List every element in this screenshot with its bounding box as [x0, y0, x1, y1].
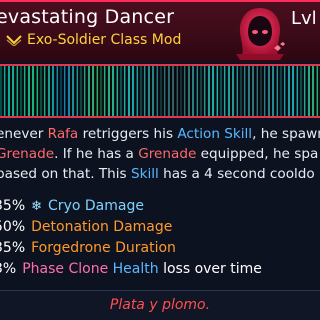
- description-line-2: Grenade. If he has a Grenade equipped, h…: [0, 144, 320, 164]
- stat-label-health: Health: [112, 261, 159, 277]
- keyword-grenade: Grenade: [0, 146, 55, 162]
- keyword-rafa: Rafa: [47, 126, 79, 142]
- item-type: Exo-Soldier Class Mod: [27, 32, 182, 48]
- stat-label: Cryo Damage: [48, 198, 144, 214]
- desc-text: . If he has a: [54, 146, 139, 162]
- flavor-footer: Plata y plomo.: [0, 290, 320, 320]
- keyword-grenade: Grenade: [138, 146, 197, 162]
- keyword-action-skill: Action Skill: [177, 126, 253, 142]
- chevron-rank-icon: [6, 35, 22, 46]
- hooded-figure-emblem-icon: [236, 8, 285, 60]
- item-name: evastating Dancer: [0, 6, 175, 28]
- snowflake-icon: ❄: [31, 199, 43, 214]
- stat-label: Detonation Damage: [31, 219, 173, 235]
- stat-label-suffix: loss over time: [163, 261, 262, 277]
- stat-row-phase-clone-health: 3% Phase Clone Health loss over time: [0, 259, 320, 280]
- description-line-3: based on that. This Skill has a 4 second…: [0, 164, 320, 184]
- stat-label: Phase Clone: [22, 261, 109, 277]
- stat-value: 35%: [0, 240, 26, 256]
- item-description: enever Rafa retriggers his Action Skill,…: [0, 124, 320, 184]
- flavor-text: Plata y plomo.: [109, 297, 211, 313]
- desc-text: based on that. This: [0, 166, 131, 182]
- item-card: evastating Dancer Exo-Soldier Class Mod: [0, 0, 320, 320]
- item-type-row: Exo-Soldier Class Mod: [6, 32, 181, 48]
- keyword-skill: Skill: [130, 166, 159, 182]
- desc-text: has a 4 second cooldo: [158, 166, 315, 182]
- decorative-stripe-band: [0, 64, 320, 118]
- stat-value: 35%: [0, 198, 26, 214]
- item-header: evastating Dancer Exo-Soldier Class Mod: [0, 0, 320, 62]
- stat-label: Forgedrone Duration: [31, 240, 176, 256]
- stat-value: 50%: [0, 219, 26, 235]
- desc-text: , he spawn: [252, 126, 320, 142]
- stat-list: 35% ❄ Cryo Damage 50% Detonation Damage …: [0, 196, 320, 280]
- desc-text: retriggers his: [78, 126, 178, 142]
- stat-row-detonation-damage: 50% Detonation Damage: [0, 217, 320, 238]
- level-label: Lvl: [291, 8, 317, 29]
- stat-row-forgedrone-duration: 35% Forgedrone Duration: [0, 238, 320, 259]
- description-line-1: enever Rafa retriggers his Action Skill,…: [0, 124, 320, 144]
- stat-value: 3%: [0, 261, 17, 277]
- stat-row-cryo-damage: 35% ❄ Cryo Damage: [0, 196, 320, 217]
- desc-text: equipped, he spa: [196, 146, 319, 162]
- desc-text: enever: [0, 126, 48, 142]
